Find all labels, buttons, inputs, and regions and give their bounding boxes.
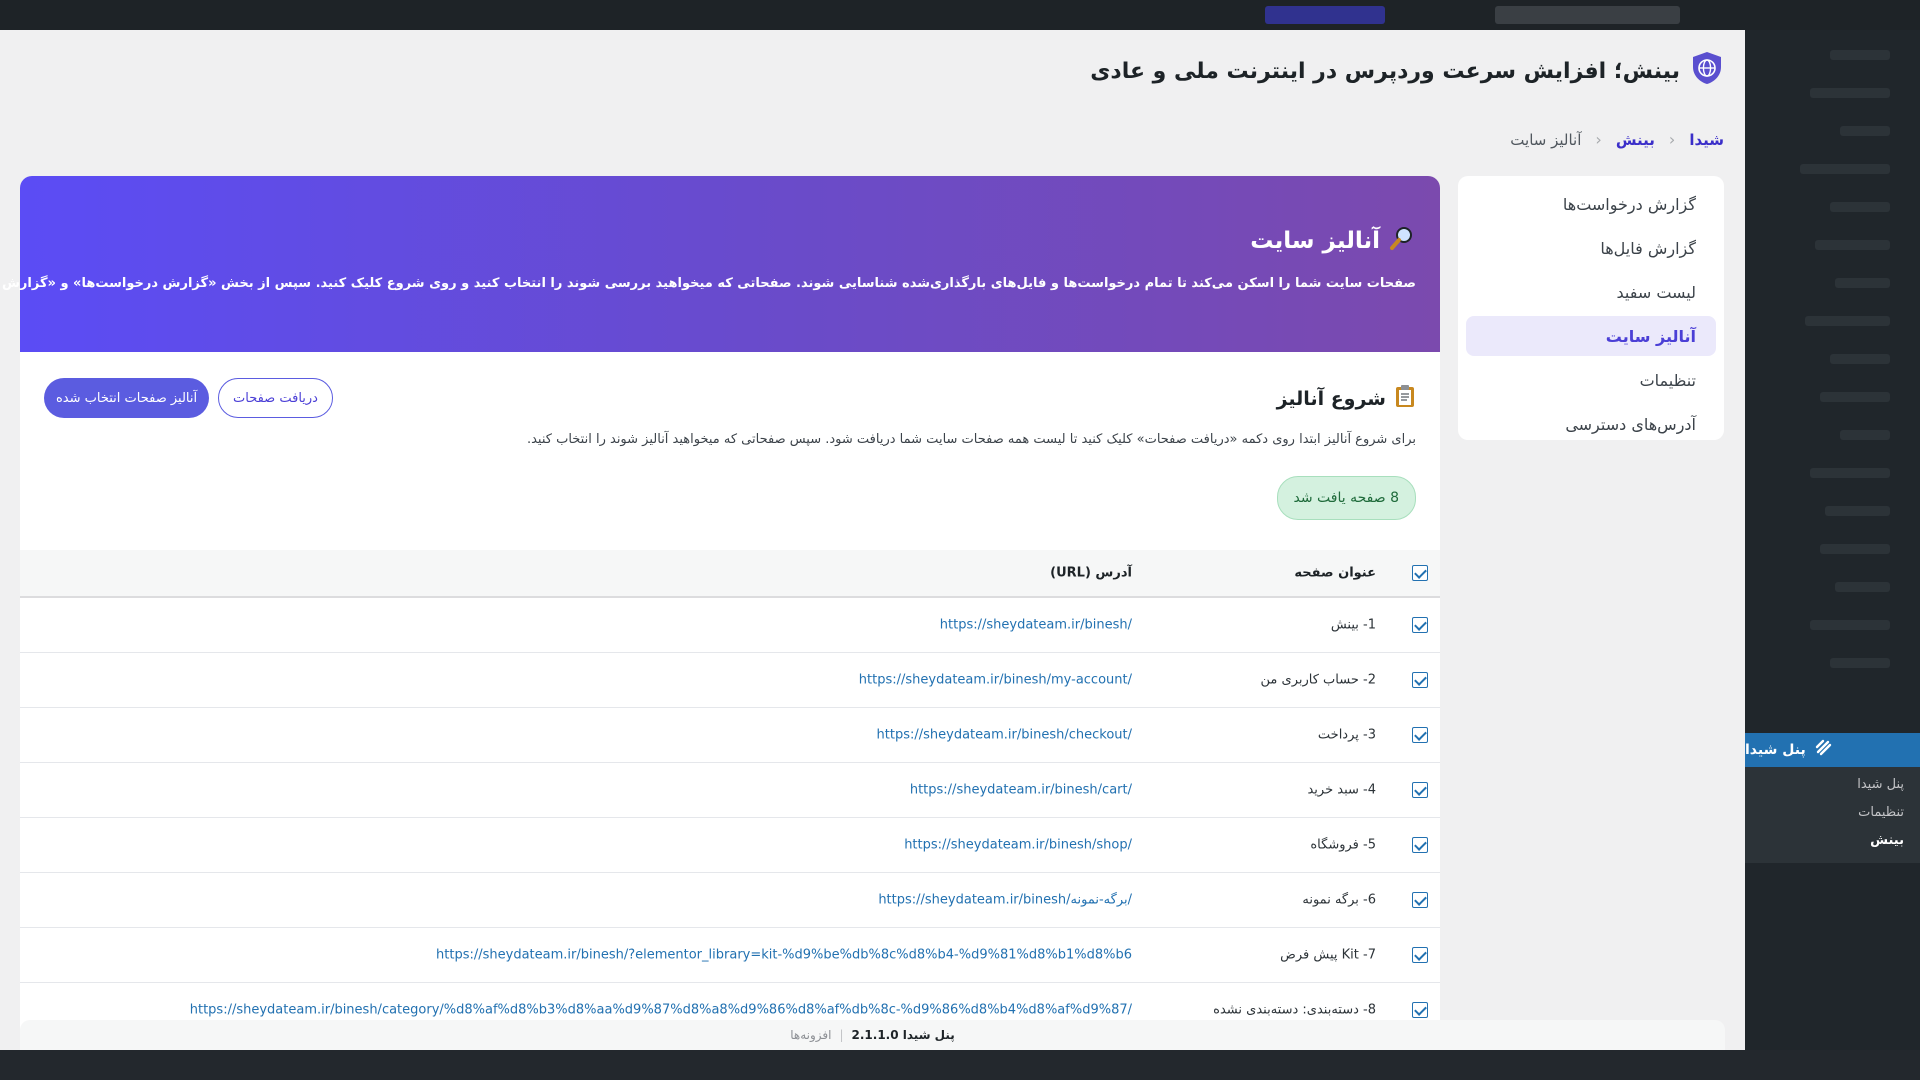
wp-admin-menu bbox=[1745, 30, 1920, 1050]
admin-bar-search[interactable] bbox=[1495, 6, 1680, 24]
row-url-link[interactable]: https://sheydateam.ir/binesh/cart/ bbox=[910, 783, 1132, 798]
row-page-title: 1- بینش bbox=[1330, 617, 1376, 633]
sheida-menu-label: پنل شیدا bbox=[1745, 742, 1806, 758]
breadcrumb: شیدا ‹ بینش ‹ آنالیز سایت bbox=[1510, 130, 1724, 149]
chevron-left-icon: ‹ bbox=[1595, 130, 1602, 149]
row-page-title: 8- دسته‌بندی: دسته‌بندی نشده bbox=[1213, 1002, 1376, 1018]
page-title: بینش؛ افزایش سرعت وردپرس در اینترنت ملی … bbox=[1090, 58, 1680, 84]
table-row: 5- فروشگاه https://sheydateam.ir/binesh/… bbox=[20, 818, 1440, 873]
plugin-sidebar-nav: گزارش درخواست‌ها گزارش فایل‌ها لیست سفید… bbox=[1458, 176, 1724, 440]
row-url-link[interactable]: https://sheydateam.ir/binesh/shop/ bbox=[904, 838, 1132, 853]
table-header: عنوان صفحه آدرس (URL) bbox=[20, 550, 1440, 598]
table-row: 1- بینش https://sheydateam.ir/binesh/ bbox=[20, 598, 1440, 653]
table-row: 4- سبد خرید https://sheydateam.ir/binesh… bbox=[20, 763, 1440, 818]
select-all-checkbox[interactable] bbox=[1412, 565, 1428, 581]
header-url: آدرس (URL) bbox=[1050, 565, 1132, 581]
row-checkbox[interactable] bbox=[1412, 837, 1428, 853]
row-url-link[interactable]: https://sheydateam.ir/binesh/checkout/ bbox=[877, 728, 1132, 743]
breadcrumb-parent[interactable]: بینش bbox=[1616, 131, 1655, 149]
pages-found-badge: 8 صفحه یافت شد bbox=[1276, 476, 1416, 520]
submenu-item-settings[interactable]: تنظیمات bbox=[1858, 805, 1904, 820]
chevron-left-icon: ‹ bbox=[1668, 130, 1676, 149]
submenu-item-binesh[interactable]: بینش bbox=[1870, 833, 1904, 848]
row-checkbox[interactable] bbox=[1412, 892, 1428, 908]
fetch-pages-button[interactable]: دریافت صفحات bbox=[218, 378, 333, 418]
row-page-title: 4- سبد خرید bbox=[1307, 782, 1376, 798]
row-checkbox[interactable] bbox=[1412, 947, 1428, 963]
footer-divider: | bbox=[839, 1028, 844, 1042]
sidebar-item-files-report[interactable]: گزارش فایل‌ها bbox=[1466, 228, 1716, 268]
row-page-title: 3- پرداخت bbox=[1317, 727, 1376, 743]
row-url-link[interactable]: https://sheydateam.ir/binesh/ bbox=[940, 618, 1132, 633]
main-content-area: بینش؛ افزایش سرعت وردپرس در اینترنت ملی … bbox=[0, 30, 1745, 1050]
hero-banner: آنالیز سایت صفحات سایت شما را اسکن می‌کن… bbox=[0, 176, 1440, 352]
pages-table: عنوان صفحه آدرس (URL) 1- بینش https://sh… bbox=[20, 550, 1440, 1038]
table-row: 3- پرداخت https://sheydateam.ir/binesh/c… bbox=[20, 708, 1440, 763]
admin-footer: پنل شیدا 2.1.1.0 | افزونه‌ها bbox=[20, 1020, 1725, 1050]
admin-bar-highlight[interactable] bbox=[1265, 6, 1385, 24]
sidebar-item-site-analysis[interactable]: آنالیز سایت bbox=[1466, 316, 1716, 356]
magnifier-icon bbox=[1388, 224, 1416, 258]
breadcrumb-root[interactable]: شیدا bbox=[1689, 131, 1724, 149]
clipboard-icon bbox=[1394, 384, 1416, 413]
sheida-submenu: پنل شیدا تنظیمات بینش bbox=[1745, 767, 1920, 863]
submenu-item-sheida-panel[interactable]: پنل شیدا bbox=[1857, 777, 1904, 792]
table-row: 6- برگه نمونه https://sheydateam.ir/bine… bbox=[20, 873, 1440, 928]
sidebar-item-requests-report[interactable]: گزارش درخواست‌ها bbox=[1466, 184, 1716, 224]
analysis-content: آنالیز سایت صفحات سایت شما را اسکن می‌کن… bbox=[0, 176, 1440, 1050]
row-checkbox[interactable] bbox=[1412, 672, 1428, 688]
sidebar-item-whitelist[interactable]: لیست سفید bbox=[1466, 272, 1716, 312]
footer-version: پنل شیدا 2.1.1.0 bbox=[851, 1028, 955, 1042]
start-description: برای شروع آنالیز ابتدا روی دکمه «دریافت … bbox=[526, 432, 1416, 447]
table-row: 7- Kit پیش فرض https://sheydateam.ir/bin… bbox=[20, 928, 1440, 983]
sheida-panel-menu-item[interactable]: پنل شیدا bbox=[1737, 733, 1920, 767]
header-page-title: عنوان صفحه bbox=[1294, 565, 1376, 581]
shield-globe-icon bbox=[1690, 50, 1724, 92]
row-page-title: 6- برگه نمونه bbox=[1302, 892, 1376, 908]
start-title: شروع آنالیز bbox=[1276, 387, 1386, 410]
row-page-title: 5- فروشگاه bbox=[1310, 837, 1376, 853]
row-page-title: 2- حساب کاربری من bbox=[1260, 672, 1376, 688]
row-checkbox[interactable] bbox=[1412, 617, 1428, 633]
bottom-bar bbox=[0, 1050, 1920, 1080]
row-checkbox[interactable] bbox=[1412, 782, 1428, 798]
hero-description: صفحات سایت شما را اسکن می‌کند تا تمام در… bbox=[0, 276, 1416, 291]
hero-title: آنالیز سایت bbox=[1250, 228, 1380, 254]
row-page-title: 7- Kit پیش فرض bbox=[1280, 947, 1376, 963]
sidebar-item-access-addresses[interactable]: آدرس‌های دسترسی bbox=[1466, 404, 1716, 444]
footer-plugins-link[interactable]: افزونه‌ها bbox=[790, 1028, 831, 1042]
admin-top-bar bbox=[0, 0, 1920, 30]
sheida-logo-icon bbox=[1814, 738, 1834, 762]
page-header: بینش؛ افزایش سرعت وردپرس در اینترنت ملی … bbox=[1090, 50, 1724, 92]
sidebar-item-settings[interactable]: تنظیمات bbox=[1466, 360, 1716, 400]
row-checkbox[interactable] bbox=[1412, 1002, 1428, 1018]
breadcrumb-current: آنالیز سایت bbox=[1510, 130, 1582, 149]
table-row: 2- حساب کاربری من https://sheydateam.ir/… bbox=[20, 653, 1440, 708]
start-title-row: شروع آنالیز bbox=[1277, 384, 1416, 413]
hero-title-row: آنالیز سایت bbox=[1250, 224, 1416, 258]
row-url-link[interactable]: https://sheydateam.ir/binesh/category/%d… bbox=[190, 1003, 1132, 1018]
row-url-link[interactable]: https://sheydateam.ir/binesh/?elementor_… bbox=[436, 948, 1132, 963]
row-checkbox[interactable] bbox=[1412, 727, 1428, 743]
row-url-link[interactable]: https://sheydateam.ir/binesh/برگه-نمونه/ bbox=[878, 893, 1132, 908]
analyze-selected-pages-button[interactable]: آنالیز صفحات انتخاب شده bbox=[44, 378, 210, 418]
row-url-link[interactable]: https://sheydateam.ir/binesh/my-account/ bbox=[859, 673, 1132, 688]
